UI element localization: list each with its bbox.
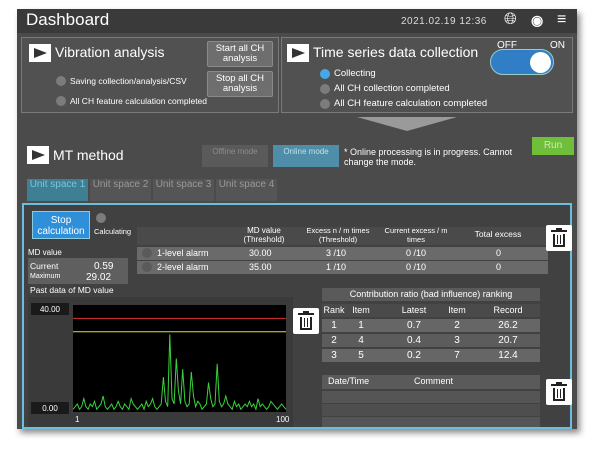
feature-calc-label: All CH feature calculation completed	[70, 96, 208, 106]
collection-toggle[interactable]	[490, 49, 554, 75]
log-row	[322, 391, 540, 403]
alarm1-md: 30.00	[249, 248, 272, 258]
alarm-header-total: Total excess	[474, 229, 522, 239]
comment-header: Comment	[414, 376, 454, 386]
log-row	[322, 404, 540, 416]
date-time-header: Date/Time	[328, 376, 370, 386]
x-right-label: 100	[276, 415, 290, 424]
md-chart: 40.00 0.00 1 100	[31, 303, 290, 424]
log-row	[322, 417, 540, 427]
header-bar: Dashboard 2021.02.19 12:36 🌐︎ ◉ ≡	[17, 9, 577, 33]
run-button[interactable]: Run	[532, 137, 574, 155]
arrow-icon	[29, 44, 51, 62]
trash-icon[interactable]	[293, 308, 319, 334]
ranking-item2-cell: 2	[454, 320, 460, 331]
menu-icon[interactable]: ≡	[557, 11, 566, 29]
alarm1-current: 0 /10	[406, 248, 427, 258]
mt-content-panel: Stop calculation Calculating MD value Cu…	[22, 203, 572, 429]
alarm2-total: 0	[496, 262, 502, 272]
arrow-icon	[287, 44, 309, 62]
start-all-ch-analysis-button[interactable]: Start all CH analysis	[207, 41, 273, 67]
collection-completed-led	[320, 84, 330, 94]
stop-calculation-button[interactable]: Stop calculation	[32, 211, 90, 239]
saving-label: Saving collection/analysis/CSV	[70, 76, 187, 86]
collecting-label: Collecting	[334, 68, 376, 79]
ranking-latest-cell: 0.4	[407, 335, 421, 346]
calculating-led	[96, 213, 106, 223]
alarm2-current: 0 /10	[406, 262, 427, 272]
ranking-rank-cell: 3	[331, 350, 337, 361]
ranking-item-cell: 1	[358, 320, 364, 331]
vibration-panel: Vibration analysis Start all CH analysis…	[21, 37, 279, 113]
datetime: 2021.02.19 12:36	[401, 16, 487, 27]
trash-icon[interactable]	[546, 225, 572, 251]
ranking-item-cell: 4	[358, 335, 364, 346]
item-header: Item	[352, 305, 370, 315]
y-bottom-label: 0.00	[42, 404, 58, 413]
alarm2-name: 2-level alarm	[157, 262, 209, 272]
tab-unit-space-3[interactable]: Unit space 3	[153, 179, 214, 201]
current-md-value: 0.59	[94, 261, 114, 272]
alarm1-led	[142, 248, 152, 258]
page-title: Dashboard	[26, 10, 110, 29]
ranking-record-cell: 26.2	[498, 320, 518, 331]
flow-down-arrow	[357, 117, 457, 131]
arrow-icon	[27, 146, 49, 164]
dashboard-window: Dashboard 2021.02.19 12:36 🌐︎ ◉ ≡ Vibrat…	[17, 9, 577, 429]
tab-unit-space-4[interactable]: Unit space 4	[216, 179, 277, 201]
toggle-knob	[530, 52, 551, 73]
x-left-label: 1	[75, 415, 80, 424]
past-data-label: Past data of MD value	[30, 285, 114, 295]
alarm2-led	[142, 262, 152, 272]
calculating-label: Calculating	[94, 227, 132, 236]
collection-completed-label: All CH collection completed	[334, 83, 450, 94]
ranking-rank-cell: 1	[331, 320, 337, 331]
mt-method-title: MT method	[53, 147, 124, 163]
rank-header: Rank	[323, 305, 345, 315]
globe-icon[interactable]: 🌐︎	[504, 11, 517, 29]
vibration-title: Vibration analysis	[55, 44, 165, 60]
ranking-title: Contribution ratio (bad influence) ranki…	[349, 289, 513, 299]
ranking-latest-cell: 0.7	[407, 320, 421, 331]
saving-led	[56, 76, 66, 86]
ranking-latest-cell: 0.2	[407, 350, 421, 361]
alarm-header-current: Current excess / m times	[384, 226, 448, 244]
feature-calc-led	[56, 96, 66, 106]
current-label: Current	[30, 261, 59, 271]
ranking-item-cell: 5	[358, 350, 364, 361]
feature-completed-led	[320, 99, 330, 109]
ranking-item2-cell: 3	[454, 335, 460, 346]
tab-unit-space-1[interactable]: Unit space 1	[27, 179, 88, 201]
tab-unit-space-2[interactable]: Unit space 2	[90, 179, 151, 201]
md-value-label: MD value	[28, 248, 62, 257]
ranking-record-cell: 20.7	[498, 335, 518, 346]
timeseries-title: Time series data collection	[313, 44, 479, 60]
maximum-md-value: 29.02	[86, 272, 112, 283]
trash-icon[interactable]	[546, 379, 572, 405]
ranking-rank-cell: 2	[331, 335, 337, 346]
alarm-header-excess: Excess n / m times (Threshold)	[306, 226, 370, 244]
ranking-item2-cell: 7	[454, 350, 460, 361]
offline-mode-button[interactable]: Offline mode	[202, 145, 268, 167]
alarm-header-md: MD value (Threshold)	[243, 226, 285, 244]
collecting-led	[320, 69, 330, 79]
camera-icon[interactable]: ◉	[531, 11, 543, 29]
ranking-record-cell: 12.4	[498, 350, 518, 361]
item2-header: Item	[448, 305, 466, 315]
online-mode-button[interactable]: Online mode	[273, 145, 339, 167]
record-header: Record	[493, 305, 523, 315]
alarm1-total: 0	[496, 248, 502, 258]
stop-all-ch-analysis-button[interactable]: Stop all CH analysis	[207, 71, 273, 97]
maximum-label: Maximum	[30, 273, 61, 280]
toggle-on-label: ON	[550, 40, 565, 51]
latest-header: Latest	[401, 305, 427, 315]
feature-completed-label: All CH feature calculation completed	[334, 98, 488, 109]
alarm1-excess: 3 /10	[326, 248, 347, 258]
alarm1-name: 1-level alarm	[157, 248, 209, 258]
y-top-label: 40.00	[40, 305, 61, 314]
mode-notice: * Online processing is in progress. Cann…	[344, 147, 513, 167]
alarm2-excess: 1 /10	[326, 262, 347, 272]
alarm2-md: 35.00	[249, 262, 272, 272]
